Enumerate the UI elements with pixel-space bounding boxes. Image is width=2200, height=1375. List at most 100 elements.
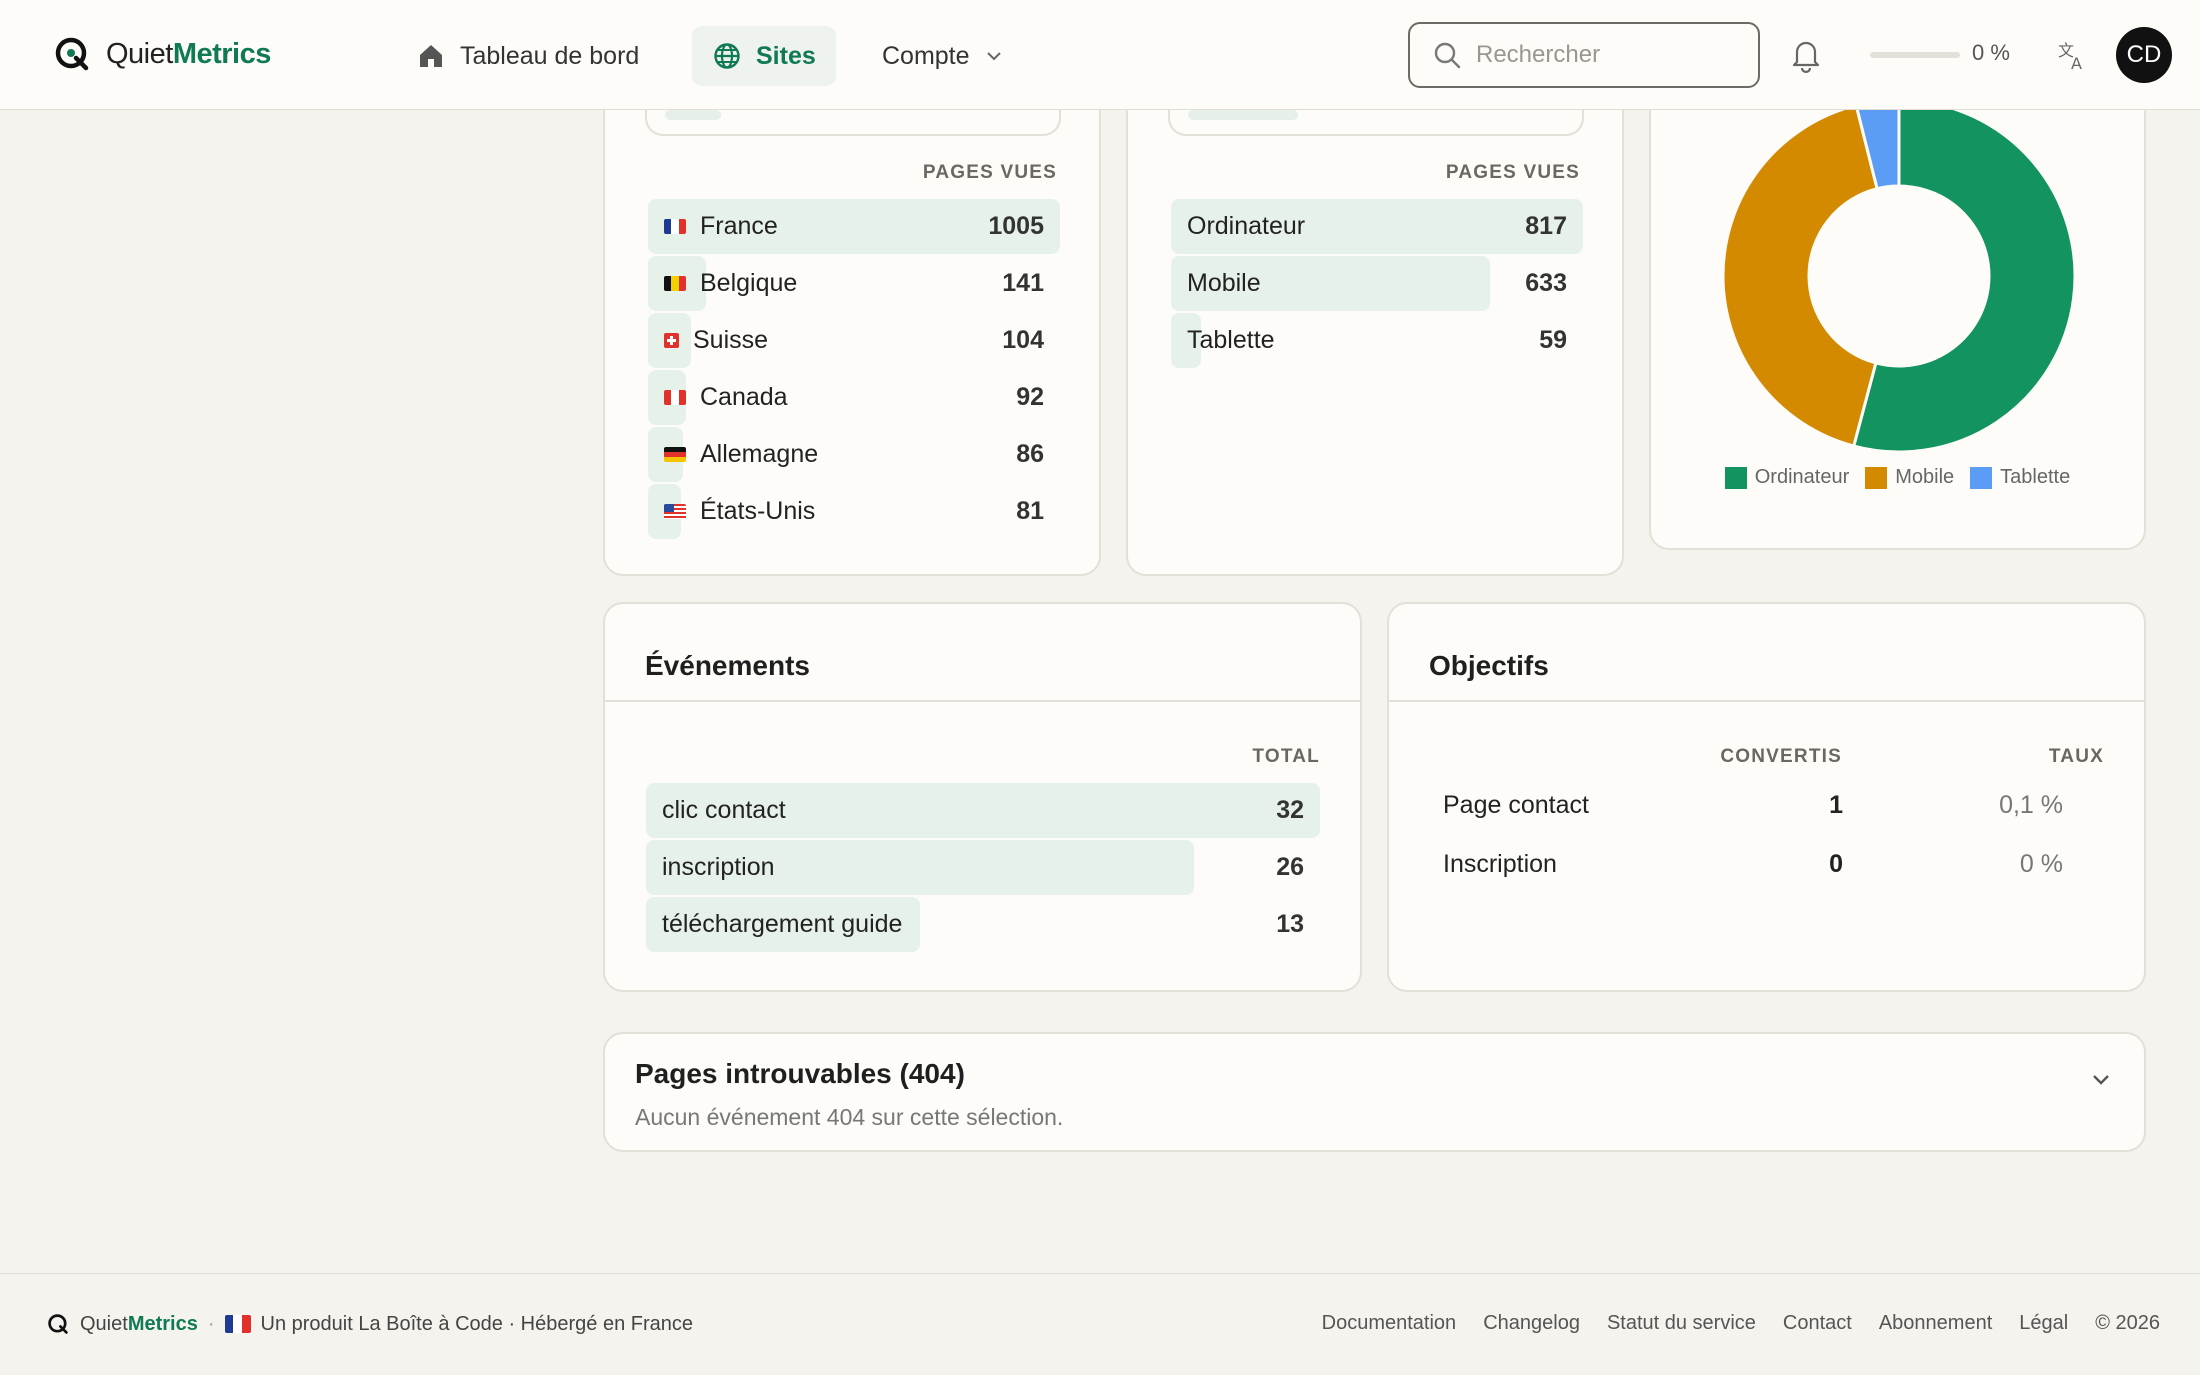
devices-column-header: PAGES VUES — [1445, 162, 1580, 183]
goal-name: Inscription — [1443, 850, 1557, 878]
country-flag-icon — [664, 447, 686, 462]
country-row[interactable]: États-Unis 81 — [648, 484, 1060, 539]
legend-swatch — [1724, 466, 1747, 489]
event-row[interactable]: clic contact 32 — [646, 783, 1320, 838]
device-name: Mobile — [1187, 269, 1261, 297]
footer-tagline: Un produit La Boîte à Code · Hébergé en … — [260, 1312, 693, 1335]
device-row[interactable]: Ordinateur 817 — [1171, 199, 1583, 254]
pie-slice-mobile[interactable] — [1721, 103, 1879, 448]
country-flag-icon — [664, 333, 679, 348]
legend-item[interactable]: Ordinateur — [1724, 466, 1849, 489]
goal-row[interactable]: Page contact 1 0,1 % — [1443, 791, 2103, 831]
device-chart-card: Ordinateur Mobile Tablette — [1649, 60, 2146, 550]
nav-sites-label: Sites — [756, 41, 816, 70]
country-label: États-Unis — [648, 497, 815, 526]
home-icon — [420, 45, 442, 67]
country-label: Canada — [648, 383, 788, 412]
footer-link[interactable]: Documentation — [1322, 1312, 1457, 1335]
not-found-title: Pages introuvables (404) — [635, 1058, 965, 1089]
footer-link[interactable]: Statut du service — [1607, 1312, 1756, 1335]
device-row[interactable]: Tablette 59 — [1171, 313, 1583, 368]
country-label: France — [648, 212, 778, 241]
expand-chevron-icon[interactable] — [2088, 1066, 2114, 1092]
footer-separator: · — [207, 1312, 215, 1335]
country-row[interactable]: Canada 92 — [648, 370, 1060, 425]
country-row[interactable]: Belgique 141 — [648, 256, 1060, 311]
country-value: 141 — [1002, 269, 1044, 297]
devices-card: PAGES VUES Ordinateur 817 Mobile 633 Tablett… — [1126, 60, 1624, 576]
country-name: Suisse — [693, 326, 769, 354]
event-name: inscription — [662, 853, 775, 881]
chart-legend: Ordinateur Mobile Tablette — [1651, 466, 2144, 489]
translate-icon[interactable]: 文 A — [2056, 38, 2090, 72]
goals-column-converted: CONVERTIS — [1720, 746, 1842, 767]
user-avatar[interactable]: CD — [2116, 27, 2172, 83]
goals-column-rate: TAUX — [2048, 746, 2104, 767]
country-row[interactable]: France 1005 — [648, 199, 1060, 254]
event-row[interactable]: téléchargement guide 13 — [646, 897, 1320, 952]
country-value: 92 — [1016, 383, 1044, 411]
country-name: États-Unis — [700, 497, 816, 525]
event-value: 26 — [1276, 853, 1304, 881]
country-name: Canada — [700, 383, 788, 411]
nav-dashboard[interactable]: Tableau de bord — [396, 26, 659, 86]
footer-link[interactable]: Contact — [1783, 1312, 1852, 1335]
brand[interactable]: QuietMetrics — [52, 34, 271, 74]
footer-link[interactable]: Changelog — [1483, 1312, 1580, 1335]
goals-card: Objectifs CONVERTIS TAUX Page contact 1 … — [1387, 602, 2146, 992]
footer-link: © 2026 — [2095, 1312, 2160, 1334]
country-label: Suisse — [648, 326, 768, 355]
svg-text:A: A — [2071, 54, 2082, 72]
legend-item[interactable]: Mobile — [1865, 466, 1954, 489]
device-label: Ordinateur — [1171, 212, 1305, 241]
event-label: inscription — [646, 853, 775, 882]
device-row[interactable]: Mobile 633 — [1171, 256, 1583, 311]
top-bar: QuietMetrics Tableau de bord Sites Compt… — [0, 0, 2200, 110]
event-label: téléchargement guide — [646, 910, 902, 939]
search-box[interactable] — [1408, 22, 1760, 88]
legend-item[interactable]: Tablette — [1970, 466, 2070, 489]
country-label: Allemagne — [648, 440, 818, 469]
legend-swatch — [1865, 466, 1888, 489]
active-tab-indicator[interactable] — [665, 110, 721, 120]
device-name: Ordinateur — [1187, 212, 1306, 240]
device-donut-chart — [1721, 98, 2077, 454]
footer-brand: QuietMetrics · Un produit La Boîte à Cod… — [46, 1312, 693, 1336]
device-label: Tablette — [1171, 326, 1275, 355]
country-value: 1005 — [988, 212, 1044, 240]
event-name: clic contact — [662, 796, 786, 824]
notification-bell-icon[interactable] — [1788, 36, 1824, 74]
footer-brand-name: QuietMetrics — [80, 1312, 198, 1335]
goal-row[interactable]: Inscription 0 0 % — [1443, 850, 2103, 890]
legend-label: Mobile — [1895, 466, 1955, 488]
footer-link[interactable]: Abonnement — [1879, 1312, 1992, 1335]
not-found-card[interactable]: Pages introuvables (404) Aucun événement… — [603, 1032, 2146, 1152]
device-label: Mobile — [1171, 269, 1261, 298]
country-name: Allemagne — [700, 440, 819, 468]
quietmetrics-logo-icon — [55, 37, 89, 71]
brand-name: QuietMetrics — [106, 37, 271, 70]
goal-rate: 0 % — [2019, 850, 2063, 878]
france-flag-icon — [224, 1315, 251, 1333]
event-row[interactable]: inscription 26 — [646, 840, 1320, 895]
footer-link[interactable]: Légal — [2019, 1312, 2068, 1335]
event-value: 32 — [1276, 796, 1304, 824]
footer: QuietMetrics · Un produit La Boîte à Cod… — [0, 1273, 2200, 1375]
country-value: 86 — [1016, 440, 1044, 468]
goals-divider — [1389, 700, 2144, 702]
country-flag-icon — [664, 219, 686, 234]
events-list: clic contact 32 inscription 26 téléchargemen… — [646, 783, 1320, 954]
country-row[interactable]: Allemagne 86 — [648, 427, 1060, 482]
country-value: 81 — [1016, 497, 1044, 525]
goal-converted: 1 — [1829, 791, 1843, 819]
country-row[interactable]: Suisse 104 — [648, 313, 1060, 368]
search-input[interactable] — [1476, 41, 1736, 69]
events-column-header: TOTAL — [1252, 746, 1320, 767]
event-name: téléchargement guide — [662, 910, 903, 938]
nav-account-dropdown[interactable]: Compte — [862, 26, 1024, 86]
country-flag-icon — [664, 390, 686, 405]
device-value: 59 — [1539, 326, 1567, 354]
active-tab-indicator[interactable] — [1188, 110, 1298, 120]
nav-sites[interactable]: Sites — [692, 26, 836, 86]
event-value: 13 — [1276, 910, 1304, 938]
